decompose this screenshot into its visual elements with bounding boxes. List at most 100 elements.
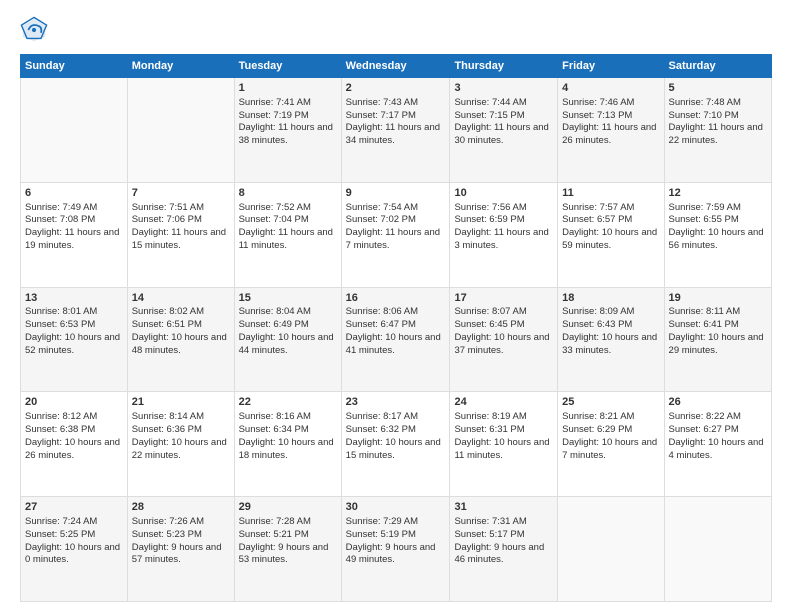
day-info-line: Daylight: 11 hours and 34 minutes.: [346, 122, 446, 148]
day-info-line: Sunrise: 7:24 AM: [25, 516, 123, 529]
calendar-day-cell: 6Sunrise: 7:49 AMSunset: 7:08 PMDaylight…: [21, 182, 128, 287]
calendar-day-cell: 28Sunrise: 7:26 AMSunset: 5:23 PMDayligh…: [127, 497, 234, 602]
calendar-week-row: 27Sunrise: 7:24 AMSunset: 5:25 PMDayligh…: [21, 497, 772, 602]
calendar-day-cell: 21Sunrise: 8:14 AMSunset: 6:36 PMDayligh…: [127, 392, 234, 497]
calendar-header-thursday: Thursday: [450, 55, 558, 78]
day-info-line: Daylight: 11 hours and 11 minutes.: [239, 227, 337, 253]
day-info-line: Sunset: 7:19 PM: [239, 110, 337, 123]
day-info-line: Sunrise: 7:41 AM: [239, 97, 337, 110]
day-number: 17: [454, 291, 553, 306]
calendar-header-friday: Friday: [558, 55, 664, 78]
day-number: 13: [25, 291, 123, 306]
calendar-day-cell: 26Sunrise: 8:22 AMSunset: 6:27 PMDayligh…: [664, 392, 771, 497]
calendar-day-cell: 23Sunrise: 8:17 AMSunset: 6:32 PMDayligh…: [341, 392, 450, 497]
calendar-day-cell: 10Sunrise: 7:56 AMSunset: 6:59 PMDayligh…: [450, 182, 558, 287]
day-info-line: Sunset: 7:17 PM: [346, 110, 446, 123]
day-number: 12: [669, 186, 767, 201]
day-info-line: Sunrise: 7:59 AM: [669, 202, 767, 215]
day-info-line: Daylight: 10 hours and 44 minutes.: [239, 332, 337, 358]
day-number: 24: [454, 395, 553, 410]
day-info-line: Sunset: 7:15 PM: [454, 110, 553, 123]
day-number: 8: [239, 186, 337, 201]
day-info-line: Daylight: 11 hours and 3 minutes.: [454, 227, 553, 253]
day-info-line: Sunset: 6:31 PM: [454, 424, 553, 437]
day-number: 30: [346, 500, 446, 515]
day-number: 20: [25, 395, 123, 410]
day-number: 23: [346, 395, 446, 410]
day-info-line: Sunset: 7:02 PM: [346, 214, 446, 227]
day-number: 14: [132, 291, 230, 306]
day-info-line: Sunset: 6:51 PM: [132, 319, 230, 332]
day-info-line: Sunrise: 7:28 AM: [239, 516, 337, 529]
day-info-line: Sunset: 5:23 PM: [132, 529, 230, 542]
day-info-line: Sunrise: 8:11 AM: [669, 306, 767, 319]
day-info-line: Sunrise: 7:44 AM: [454, 97, 553, 110]
day-number: 21: [132, 395, 230, 410]
calendar-day-cell: 22Sunrise: 8:16 AMSunset: 6:34 PMDayligh…: [234, 392, 341, 497]
day-number: 5: [669, 81, 767, 96]
day-info-line: Sunrise: 8:07 AM: [454, 306, 553, 319]
calendar-week-row: 1Sunrise: 7:41 AMSunset: 7:19 PMDaylight…: [21, 78, 772, 183]
day-info-line: Sunset: 6:45 PM: [454, 319, 553, 332]
day-info-line: Daylight: 9 hours and 46 minutes.: [454, 542, 553, 568]
calendar-day-cell: 17Sunrise: 8:07 AMSunset: 6:45 PMDayligh…: [450, 287, 558, 392]
calendar-day-cell: [127, 78, 234, 183]
calendar-week-row: 6Sunrise: 7:49 AMSunset: 7:08 PMDaylight…: [21, 182, 772, 287]
day-info-line: Sunset: 6:32 PM: [346, 424, 446, 437]
day-info-line: Daylight: 9 hours and 49 minutes.: [346, 542, 446, 568]
day-info-line: Sunset: 6:38 PM: [25, 424, 123, 437]
day-info-line: Daylight: 10 hours and 4 minutes.: [669, 437, 767, 463]
day-info-line: Daylight: 9 hours and 57 minutes.: [132, 542, 230, 568]
calendar-day-cell: 2Sunrise: 7:43 AMSunset: 7:17 PMDaylight…: [341, 78, 450, 183]
day-info-line: Daylight: 11 hours and 19 minutes.: [25, 227, 123, 253]
day-info-line: Daylight: 11 hours and 26 minutes.: [562, 122, 659, 148]
day-info-line: Daylight: 10 hours and 59 minutes.: [562, 227, 659, 253]
calendar-table: SundayMondayTuesdayWednesdayThursdayFrid…: [20, 54, 772, 602]
day-info-line: Sunrise: 8:04 AM: [239, 306, 337, 319]
calendar-day-cell: 7Sunrise: 7:51 AMSunset: 7:06 PMDaylight…: [127, 182, 234, 287]
day-number: 10: [454, 186, 553, 201]
day-info-line: Sunset: 7:08 PM: [25, 214, 123, 227]
day-info-line: Daylight: 10 hours and 33 minutes.: [562, 332, 659, 358]
day-info-line: Sunset: 6:29 PM: [562, 424, 659, 437]
day-info-line: Daylight: 10 hours and 41 minutes.: [346, 332, 446, 358]
day-info-line: Sunset: 6:57 PM: [562, 214, 659, 227]
calendar-day-cell: 8Sunrise: 7:52 AMSunset: 7:04 PMDaylight…: [234, 182, 341, 287]
day-number: 31: [454, 500, 553, 515]
day-number: 26: [669, 395, 767, 410]
day-info-line: Daylight: 11 hours and 15 minutes.: [132, 227, 230, 253]
calendar-header-wednesday: Wednesday: [341, 55, 450, 78]
day-info-line: Sunset: 5:19 PM: [346, 529, 446, 542]
calendar-header-saturday: Saturday: [664, 55, 771, 78]
day-info-line: Daylight: 10 hours and 18 minutes.: [239, 437, 337, 463]
calendar-day-cell: 25Sunrise: 8:21 AMSunset: 6:29 PMDayligh…: [558, 392, 664, 497]
logo-icon: [20, 16, 48, 44]
day-info-line: Sunset: 6:47 PM: [346, 319, 446, 332]
day-info-line: Sunrise: 8:02 AM: [132, 306, 230, 319]
day-info-line: Sunset: 6:27 PM: [669, 424, 767, 437]
calendar-header-tuesday: Tuesday: [234, 55, 341, 78]
calendar-day-cell: 18Sunrise: 8:09 AMSunset: 6:43 PMDayligh…: [558, 287, 664, 392]
calendar-week-row: 20Sunrise: 8:12 AMSunset: 6:38 PM Dayligh…: [21, 392, 772, 497]
calendar-day-cell: 30Sunrise: 7:29 AMSunset: 5:19 PMDayligh…: [341, 497, 450, 602]
calendar-header-row: SundayMondayTuesdayWednesdayThursdayFrid…: [21, 55, 772, 78]
day-number: 19: [669, 291, 767, 306]
day-info-line: Sunset: 7:13 PM: [562, 110, 659, 123]
day-info-line: Sunset: 6:53 PM: [25, 319, 123, 332]
day-info-line: Sunrise: 7:43 AM: [346, 97, 446, 110]
calendar-day-cell: [21, 78, 128, 183]
day-info-line: Sunrise: 8:19 AM: [454, 411, 553, 424]
day-info-line: Sunrise: 8:14 AM: [132, 411, 230, 424]
day-number: 16: [346, 291, 446, 306]
calendar-day-cell: 12Sunrise: 7:59 AMSunset: 6:55 PMDayligh…: [664, 182, 771, 287]
day-info-line: Daylight: 11 hours and 22 minutes.: [669, 122, 767, 148]
day-info-line: Daylight: 11 hours and 38 minutes.: [239, 122, 337, 148]
day-info-line: Sunrise: 8:12 AM: [25, 411, 123, 424]
calendar-day-cell: 24Sunrise: 8:19 AMSunset: 6:31 PMDayligh…: [450, 392, 558, 497]
calendar-day-cell: 11Sunrise: 7:57 AMSunset: 6:57 PMDayligh…: [558, 182, 664, 287]
logo: [20, 16, 52, 44]
day-info-line: Sunset: 5:21 PM: [239, 529, 337, 542]
day-info-line: Sunrise: 7:48 AM: [669, 97, 767, 110]
day-info-line: Daylight: 10 hours and 52 minutes.: [25, 332, 123, 358]
day-info-line: Sunrise: 7:29 AM: [346, 516, 446, 529]
